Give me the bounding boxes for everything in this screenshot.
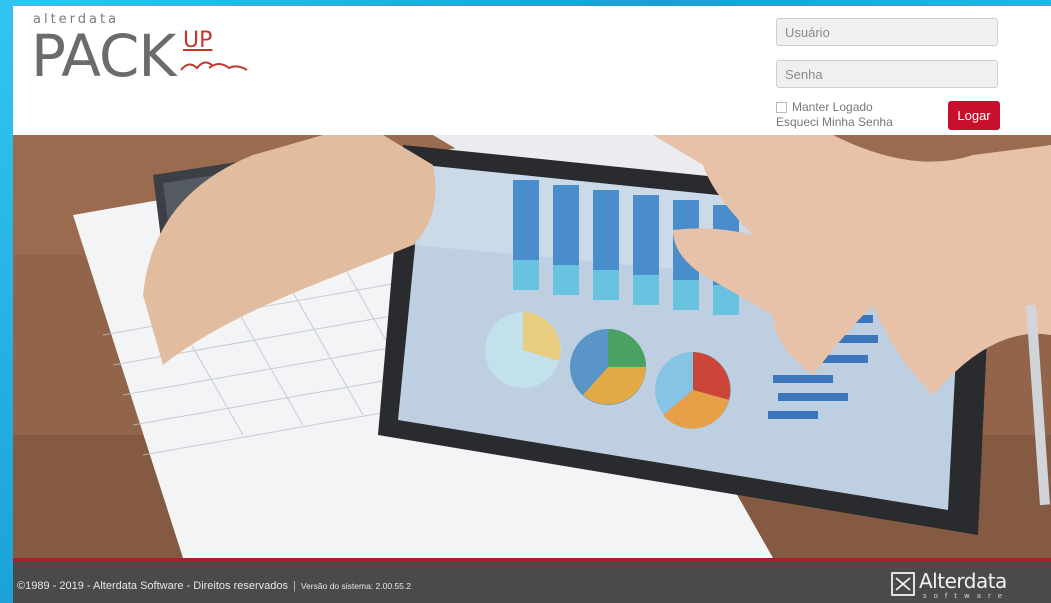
password-input[interactable] xyxy=(776,60,998,88)
login-button[interactable]: Logar xyxy=(948,101,1000,130)
packup-logo: alterdata PACK UP xyxy=(31,12,251,92)
footer-logo-sub: software xyxy=(923,592,1010,600)
remember-checkbox[interactable] xyxy=(776,101,787,113)
footer: ©1989 - 2019 - Alterdata Software - Dire… xyxy=(13,562,1051,603)
hero-illustration xyxy=(13,135,1051,558)
birds-icon xyxy=(180,61,248,71)
system-version: Versão do sistema: 2.00.55.2 xyxy=(300,581,411,591)
footer-copyright-row: ©1989 - 2019 - Alterdata Software - Dire… xyxy=(17,580,411,592)
login-page: alterdata PACK UP Manter Logado Esqueci … xyxy=(13,6,1051,603)
login-form: Manter Logado Esqueci Minha Senha Logar xyxy=(776,12,1006,132)
header: alterdata PACK UP Manter Logado Esqueci … xyxy=(13,6,1051,135)
footer-separator: | xyxy=(293,580,296,592)
username-input[interactable] xyxy=(776,18,998,46)
forgot-password-link[interactable]: Esqueci Minha Senha xyxy=(776,115,893,129)
alterdata-logo-icon xyxy=(891,572,915,596)
footer-logo-name: Alterdata xyxy=(919,569,1007,593)
alterdata-logo: Alterdata software xyxy=(889,569,1029,601)
copyright-text: ©1989 - 2019 - Alterdata Software - Dire… xyxy=(17,580,289,592)
logo-suffix: UP xyxy=(183,28,213,53)
logo-name: PACK xyxy=(31,22,176,90)
hero-image xyxy=(13,135,1051,558)
remember-label: Manter Logado xyxy=(792,100,873,114)
remember-me[interactable]: Manter Logado xyxy=(776,100,873,114)
